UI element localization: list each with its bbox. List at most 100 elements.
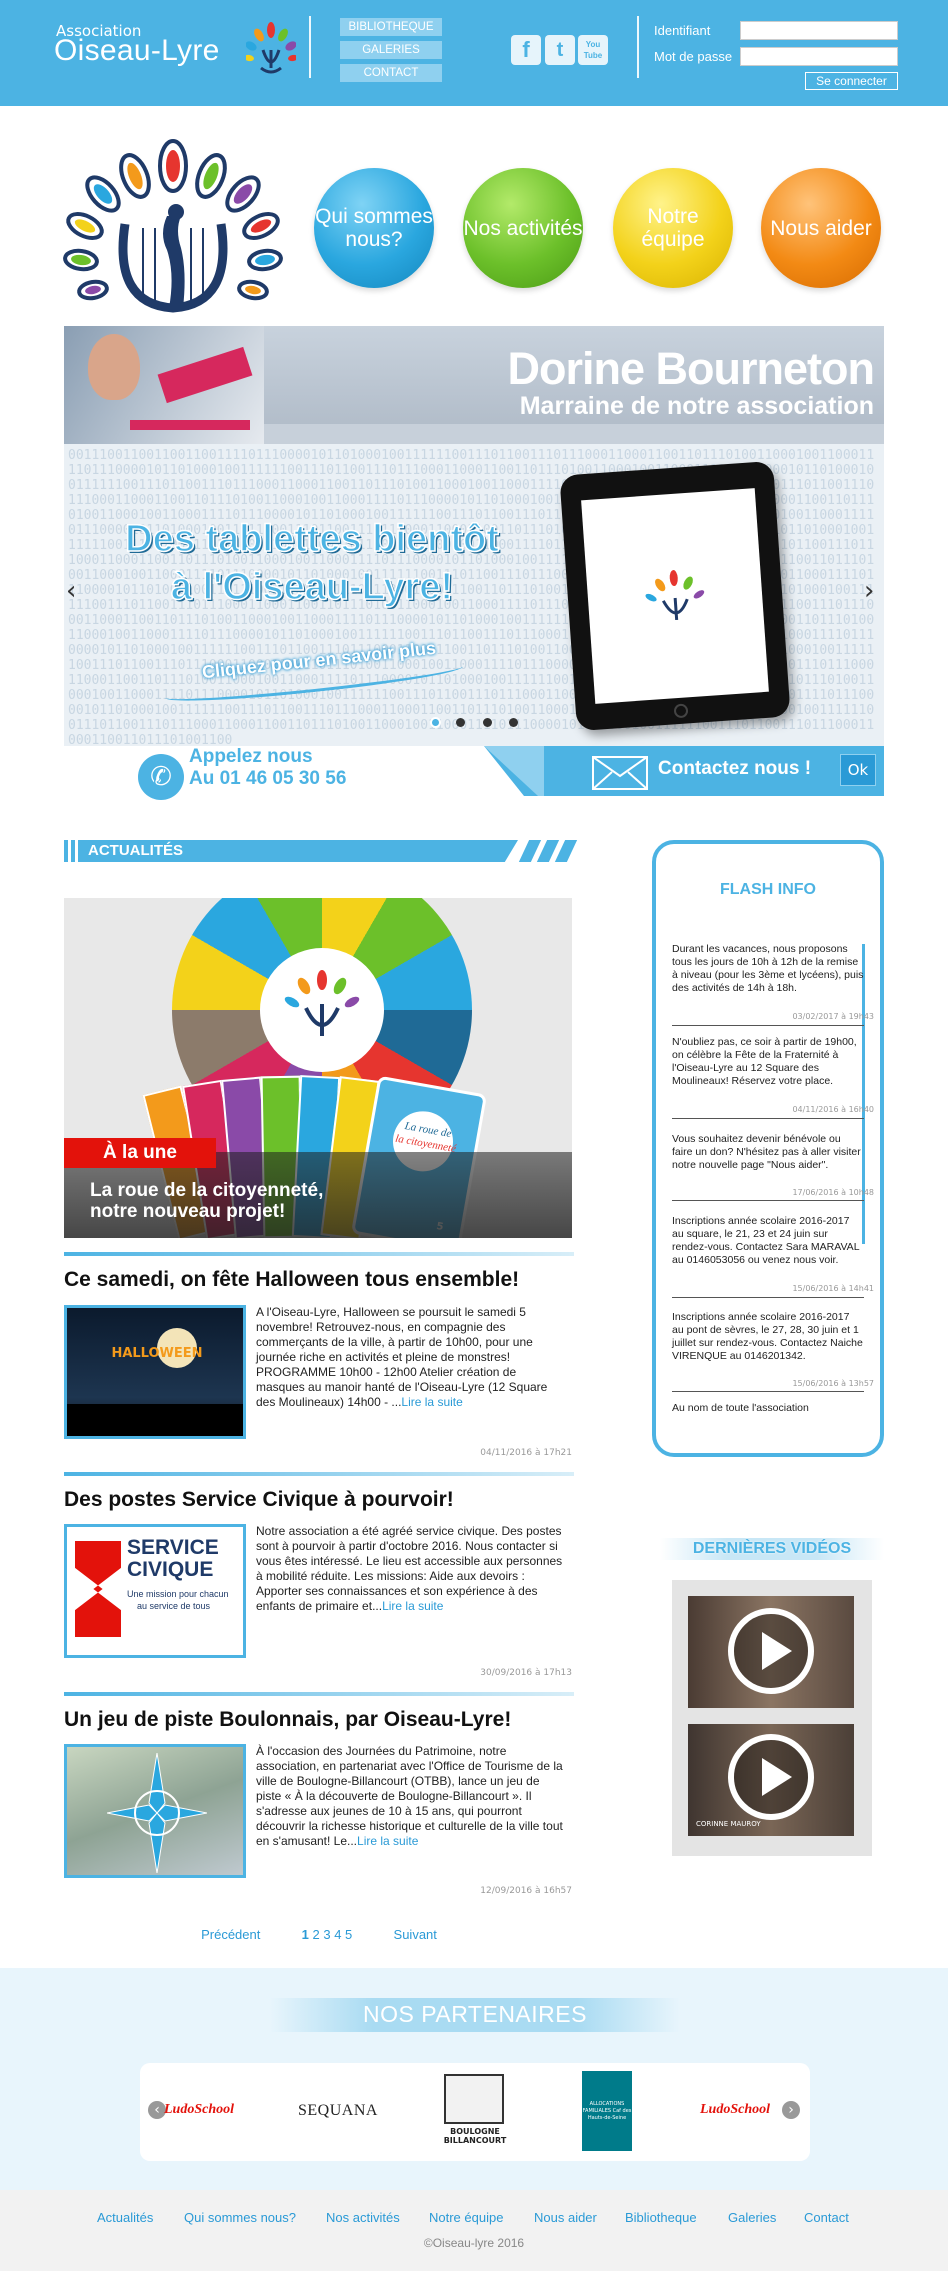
slider-dot-2[interactable]	[456, 718, 465, 727]
youtube-icon[interactable]: You Tube	[578, 35, 608, 65]
slider-banner-strip	[264, 424, 884, 444]
bubble-nous-aider[interactable]: Nous aider	[761, 168, 881, 288]
flash-date: 17/06/2016 à 10h48	[792, 1188, 874, 1197]
news-thumbnail[interactable]	[64, 1744, 246, 1878]
slider-prev-icon[interactable]: ‹	[66, 576, 76, 606]
pagination-page[interactable]: 2	[312, 1927, 319, 1942]
slider-headline-2: à l'Oiseau-Lyre!	[170, 565, 454, 609]
partner-logo[interactable]: ALLOCATIONS FAMILIALES Caf des Hauts-de-…	[582, 2071, 632, 2151]
footer-link[interactable]: Contact	[804, 2210, 849, 2225]
thumb-sub-2: au service de tous	[137, 1601, 211, 1611]
slider-dot-4[interactable]	[509, 718, 518, 727]
pagination-prev[interactable]: Précédent	[201, 1927, 260, 1942]
featured-badge: À la une	[64, 1138, 216, 1168]
video-caption: CORINNE MAUROY	[696, 1820, 761, 1828]
thumb-title-1: SERVICE	[127, 1536, 219, 1559]
nav-galeries[interactable]: GALERIES	[340, 41, 442, 59]
password-input[interactable]	[740, 47, 898, 66]
compass-rose-icon	[107, 1753, 207, 1873]
news-title[interactable]: Un jeu de piste Boulonnais, par Oiseau-L…	[64, 1708, 511, 1732]
bubble-nos-activites[interactable]: Nos activités	[463, 168, 583, 288]
copyright: ©Oiseau-lyre 2016	[423, 2236, 525, 2250]
header-bar-stripe	[64, 840, 68, 862]
news-date: 04/11/2016 à 17h21	[480, 1448, 572, 1458]
tablet-home-button	[673, 703, 689, 719]
pagination-page[interactable]: 4	[334, 1927, 341, 1942]
news-date: 12/09/2016 à 16h57	[480, 1886, 572, 1896]
identifiant-input[interactable]	[740, 21, 898, 40]
news-thumbnail[interactable]: SERVICE CIVIQUE Une mission pour chacun …	[64, 1524, 246, 1658]
featured-title-2: notre nouveau projet!	[90, 1201, 286, 1222]
pagination-page[interactable]: 1	[302, 1927, 309, 1942]
footer-link[interactable]: Bibliotheque	[625, 2210, 697, 2225]
partners-next-icon[interactable]: ›	[782, 2101, 800, 2119]
slider-dot-3[interactable]	[483, 718, 492, 727]
contact-label[interactable]: Contactez nous !	[658, 758, 811, 780]
brand-name[interactable]: Oiseau-Lyre	[54, 34, 220, 68]
news-title[interactable]: Des postes Service Civique à pourvoir!	[64, 1488, 454, 1512]
news-thumbnail[interactable]: HALLOWEEN	[64, 1305, 246, 1439]
footer-link[interactable]: Notre équipe	[429, 2210, 503, 2225]
footer-link[interactable]: Actualités	[97, 2210, 153, 2225]
bubble-qui-sommes-nous[interactable]: Qui sommes nous?	[314, 168, 434, 288]
flash-item: Vous souhaitez devenir bénévole ou faire…	[672, 1133, 861, 1171]
pagination-next[interactable]: Suivant	[394, 1927, 437, 1942]
flash-divider	[672, 1297, 864, 1298]
flash-info-title: FLASH INFO	[720, 881, 816, 898]
bubble-notre-equipe[interactable]: Notre équipe	[613, 168, 733, 288]
hero-slider[interactable]: Dorine Bourneton Marraine de notre assoc…	[64, 326, 884, 746]
ground	[67, 1404, 243, 1436]
nav-bibliotheque[interactable]: BIBLIOTHEQUE	[340, 18, 442, 36]
read-more-link[interactable]: Lire la suite	[401, 1395, 462, 1409]
site-footer	[0, 2190, 948, 2271]
peacock-small-icon	[246, 22, 296, 74]
password-label: Mot de passe	[654, 49, 733, 64]
flash-item: Inscriptions année scolaire 2016-2017 au…	[672, 1311, 863, 1362]
wheel-center	[260, 948, 384, 1072]
play-icon[interactable]	[728, 1608, 814, 1694]
header-divider	[309, 16, 311, 78]
play-triangle	[762, 1758, 792, 1796]
phone-icon: ✆	[138, 754, 184, 800]
news-excerpt: À l'occasion des Journées du Patrimoine,…	[256, 1744, 563, 1848]
slider-dot-1[interactable]	[430, 717, 441, 728]
footer-link[interactable]: Nous aider	[534, 2210, 597, 2225]
peacock-logo[interactable]	[60, 118, 286, 314]
read-more-link[interactable]: Lire la suite	[382, 1599, 443, 1613]
portrait-face	[88, 334, 140, 400]
news-divider	[64, 1252, 574, 1256]
partner-logo[interactable]: SEQUANA	[298, 2102, 378, 2120]
contact-ok-button[interactable]: Ok	[840, 754, 876, 786]
header-bar-stripe	[554, 840, 578, 862]
pagination-page[interactable]: 5	[345, 1927, 352, 1942]
video-thumbnail[interactable]	[688, 1596, 854, 1708]
news-date: 30/09/2016 à 17h13	[480, 1668, 572, 1678]
twitter-icon[interactable]: t	[545, 35, 575, 65]
tablet-device	[559, 460, 791, 732]
footer-link[interactable]: Qui sommes nous?	[184, 2210, 296, 2225]
news-title[interactable]: Ce samedi, on fête Halloween tous ensemb…	[64, 1268, 519, 1292]
partner-logo[interactable]: BOULOGNE BILLANCOURT	[438, 2127, 512, 2145]
facebook-icon[interactable]: f	[511, 35, 541, 65]
featured-title-1: La roue de la citoyenneté,	[90, 1180, 324, 1201]
slider-next-icon[interactable]: ›	[864, 576, 874, 606]
flash-item: Inscriptions année scolaire 2016-2017 au…	[672, 1215, 860, 1266]
partners-title: NOS PARTENAIRES	[363, 2001, 587, 2027]
play-triangle	[762, 1632, 792, 1670]
play-icon[interactable]	[728, 1734, 814, 1820]
pagination: Précédent 1 2 3 4 5 Suivant	[64, 1927, 574, 1942]
partner-logo[interactable]: LudoSchool	[700, 2102, 770, 2118]
read-more-link[interactable]: Lire la suite	[357, 1834, 418, 1848]
footer-link[interactable]: Nos activités	[326, 2210, 400, 2225]
slider-banner: Dorine Bourneton Marraine de notre assoc…	[64, 326, 884, 444]
phone-number[interactable]: Au 01 46 05 30 56	[189, 768, 346, 790]
footer-link[interactable]: Galeries	[728, 2210, 776, 2225]
video-thumbnail[interactable]: CORINNE MAUROY	[688, 1724, 854, 1836]
login-button[interactable]: Se connecter	[805, 72, 898, 90]
identifiant-label: Identifiant	[654, 23, 711, 38]
featured-article[interactable]: La roue de la citoyenneté 5 À la une La …	[64, 898, 572, 1238]
pagination-page[interactable]: 3	[323, 1927, 330, 1942]
partner-logo[interactable]: LudoSchool	[164, 2102, 234, 2118]
nav-contact[interactable]: CONTACT	[340, 64, 442, 82]
thumb-title-2: CIVIQUE	[127, 1558, 214, 1581]
